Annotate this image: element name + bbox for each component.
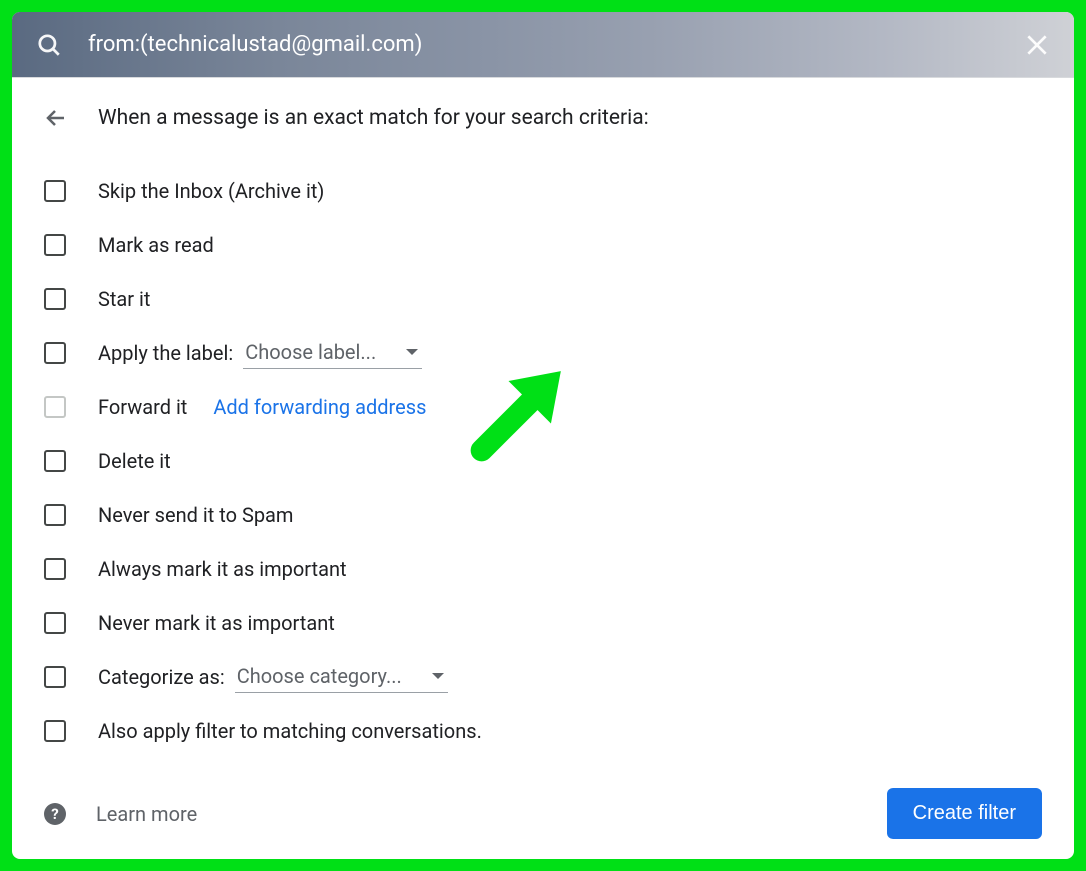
back-arrow-icon[interactable] (44, 106, 68, 130)
label-apply-label: Apply the label: (98, 341, 233, 365)
link-add-forwarding-address[interactable]: Add forwarding address (213, 395, 426, 419)
label-star: Star it (98, 287, 150, 311)
label-never-spam: Never send it to Spam (98, 503, 293, 527)
option-never-spam: Never send it to Spam (44, 488, 1042, 542)
chevron-down-icon (432, 673, 444, 679)
checkbox-apply-label[interactable] (44, 342, 66, 364)
checkbox-also-apply[interactable] (44, 720, 66, 742)
help-icon[interactable]: ? (44, 803, 66, 825)
checkbox-star[interactable] (44, 288, 66, 310)
option-star: Star it (44, 272, 1042, 326)
search-icon (36, 32, 62, 58)
header-row: When a message is an exact match for you… (44, 106, 1042, 130)
label-skip-inbox: Skip the Inbox (Archive it) (98, 179, 324, 203)
label-never-important: Never mark it as important (98, 611, 335, 635)
checkbox-delete[interactable] (44, 450, 66, 472)
dropdown-choose-category-text: Choose category... (237, 664, 402, 688)
label-always-important: Always mark it as important (98, 557, 347, 581)
dropdown-choose-label[interactable]: Choose label... (243, 338, 422, 369)
option-apply-label: Apply the label: Choose label... (44, 326, 1042, 380)
label-also-apply: Also apply filter to matching conversati… (98, 719, 482, 743)
option-mark-read: Mark as read (44, 218, 1042, 272)
checkbox-mark-read[interactable] (44, 234, 66, 256)
checkbox-never-spam[interactable] (44, 504, 66, 526)
checkbox-skip-inbox[interactable] (44, 180, 66, 202)
checkbox-never-important[interactable] (44, 612, 66, 634)
checkbox-always-important[interactable] (44, 558, 66, 580)
checkbox-forward (44, 396, 66, 418)
filter-dialog: from:(technicalustad@gmail.com) When a m… (12, 12, 1074, 859)
label-delete: Delete it (98, 449, 171, 473)
label-categorize: Categorize as: (98, 665, 225, 689)
checkbox-categorize[interactable] (44, 666, 66, 688)
option-categorize: Categorize as: Choose category... (44, 650, 1042, 704)
option-never-important: Never mark it as important (44, 596, 1042, 650)
option-forward: Forward it Add forwarding address (44, 380, 1042, 434)
chevron-down-icon (406, 349, 418, 355)
learn-more-link[interactable]: Learn more (96, 802, 197, 826)
option-skip-inbox: Skip the Inbox (Archive it) (44, 164, 1042, 218)
close-icon[interactable] (1024, 32, 1050, 58)
search-bar: from:(technicalustad@gmail.com) (12, 12, 1074, 78)
dropdown-choose-category[interactable]: Choose category... (235, 662, 448, 693)
label-mark-read: Mark as read (98, 233, 214, 257)
dialog-footer: ? Learn more Create filter (44, 770, 1042, 839)
create-filter-button[interactable]: Create filter (887, 788, 1042, 839)
dialog-content: When a message is an exact match for you… (12, 78, 1074, 859)
search-query[interactable]: from:(technicalustad@gmail.com) (88, 32, 1024, 57)
header-title: When a message is an exact match for you… (98, 106, 649, 130)
option-also-apply: Also apply filter to matching conversati… (44, 704, 1042, 758)
option-delete: Delete it (44, 434, 1042, 488)
option-always-important: Always mark it as important (44, 542, 1042, 596)
dropdown-choose-label-text: Choose label... (245, 340, 376, 364)
options-list: Skip the Inbox (Archive it) Mark as read… (44, 164, 1042, 758)
label-forward: Forward it (98, 395, 187, 419)
